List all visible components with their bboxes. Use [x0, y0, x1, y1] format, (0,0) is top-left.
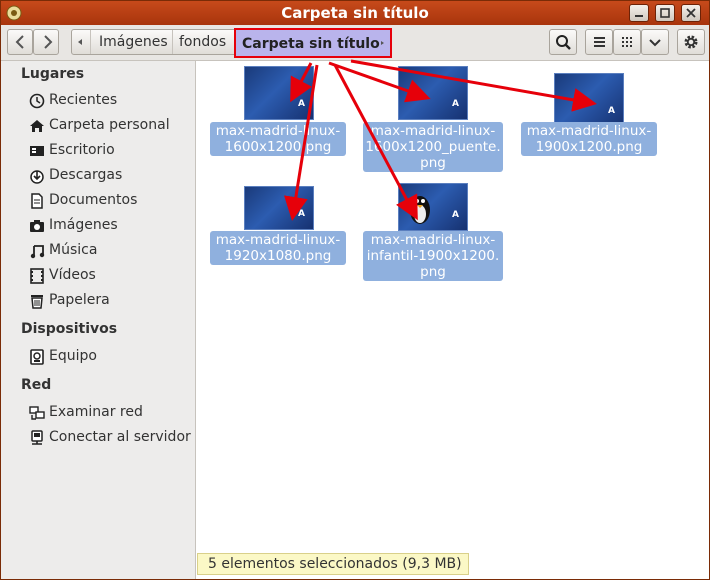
tux-icon — [410, 196, 430, 224]
sidebar-heading-dispositivos: Dispositivos — [21, 321, 118, 337]
window-title: Carpeta sin título — [281, 4, 429, 22]
chevron-right-icon — [44, 35, 53, 49]
maximize-button[interactable] — [655, 4, 675, 22]
file-name-label: max-madrid-linux- 1900x1200.png — [521, 122, 657, 156]
view-options-button[interactable] — [641, 29, 669, 55]
sidebar-item-label: Equipo — [49, 348, 97, 364]
settings-button[interactable] — [677, 29, 705, 55]
document-icon — [31, 193, 43, 209]
sidebar-item-label: Carpeta personal — [49, 117, 170, 133]
desktop-icon — [30, 146, 44, 156]
image-thumbnail[interactable]: A — [398, 183, 468, 231]
crumb-fondos[interactable]: fondos — [179, 34, 226, 50]
sidebar-item-label: Examinar red — [49, 404, 143, 420]
chevron-left-icon — [15, 35, 24, 49]
file-name-label: max-madrid-linux- 1920x1080.png — [210, 231, 346, 265]
title-bar[interactable]: Carpeta sin título — [1, 1, 709, 25]
close-icon — [686, 8, 696, 18]
sidebar-heading-red: Red — [21, 377, 52, 393]
computer-icon — [30, 349, 44, 365]
sidebar-item-label: Imágenes — [49, 217, 118, 233]
image-thumbnail[interactable]: A — [244, 186, 314, 230]
sidebar-item-label: Papelera — [49, 292, 110, 308]
sidebar-item-label: Vídeos — [49, 267, 96, 283]
gear-icon — [684, 35, 698, 49]
crumb-scroll-left-icon[interactable] — [75, 30, 85, 54]
camera-icon — [30, 220, 44, 232]
chevron-down-icon — [649, 39, 661, 47]
sidebar: Lugares Recientes Carpeta personal Escri… — [1, 61, 195, 579]
file-manager-window: Carpeta sin título Imágenes fondos Carpe… — [0, 0, 710, 580]
trash-icon — [31, 295, 43, 309]
sidebar-heading-lugares: Lugares — [21, 66, 85, 82]
sidebar-item-label: Conectar al servidor — [49, 429, 191, 445]
minimize-icon — [635, 15, 643, 17]
music-icon — [30, 245, 45, 259]
minimize-button[interactable] — [629, 4, 649, 22]
back-button[interactable] — [7, 29, 33, 55]
image-thumbnail[interactable]: A — [244, 66, 314, 120]
breadcrumb: Imágenes fondos Carpeta sin título — [71, 28, 392, 58]
file-name-label: max-madrid-linux- 1600x1200_puente. png — [363, 122, 503, 172]
film-icon — [30, 268, 44, 284]
file-view[interactable]: A max-madrid-linux- 1600x1200.png A max-m… — [195, 61, 709, 579]
clock-icon — [29, 93, 45, 109]
sidebar-item-label: Escritorio — [49, 142, 115, 158]
list-view-icon — [594, 37, 605, 47]
crumb-imagenes[interactable]: Imágenes — [99, 34, 168, 50]
sidebar-item-label: Descargas — [49, 167, 123, 183]
crumb-scroll-right-icon — [381, 41, 384, 45]
sidebar-item-label: Música — [49, 242, 98, 258]
search-icon — [556, 35, 571, 50]
toolbar: Imágenes fondos Carpeta sin título — [1, 25, 709, 61]
grid-view-button[interactable] — [613, 29, 641, 55]
close-button[interactable] — [681, 4, 701, 22]
grid-view-icon — [622, 37, 632, 47]
sidebar-item-label: Documentos — [49, 192, 138, 208]
network-icon — [29, 406, 45, 420]
server-icon — [31, 430, 43, 445]
crumb-active-highlight[interactable]: Carpeta sin título — [234, 28, 392, 58]
download-icon — [30, 170, 44, 184]
maximize-icon — [660, 8, 670, 18]
sidebar-item-label: Recientes — [49, 92, 118, 108]
selection-status-text: 5 elementos seleccionados (9,3 MB) — [208, 556, 462, 572]
home-icon — [30, 120, 44, 132]
file-name-label: max-madrid-linux- 1600x1200.png — [210, 122, 346, 156]
status-bar: 5 elementos seleccionados (9,3 MB) — [197, 553, 469, 575]
image-thumbnail[interactable]: A — [554, 73, 624, 127]
list-view-button[interactable] — [585, 29, 613, 55]
image-thumbnail[interactable]: A — [398, 66, 468, 120]
search-button[interactable] — [549, 29, 577, 55]
file-name-label: max-madrid-linux-infantil-1900x1200. png — [363, 231, 503, 281]
crumb-carpeta-sin-titulo: Carpeta sin título — [242, 36, 380, 52]
forward-button[interactable] — [33, 29, 59, 55]
